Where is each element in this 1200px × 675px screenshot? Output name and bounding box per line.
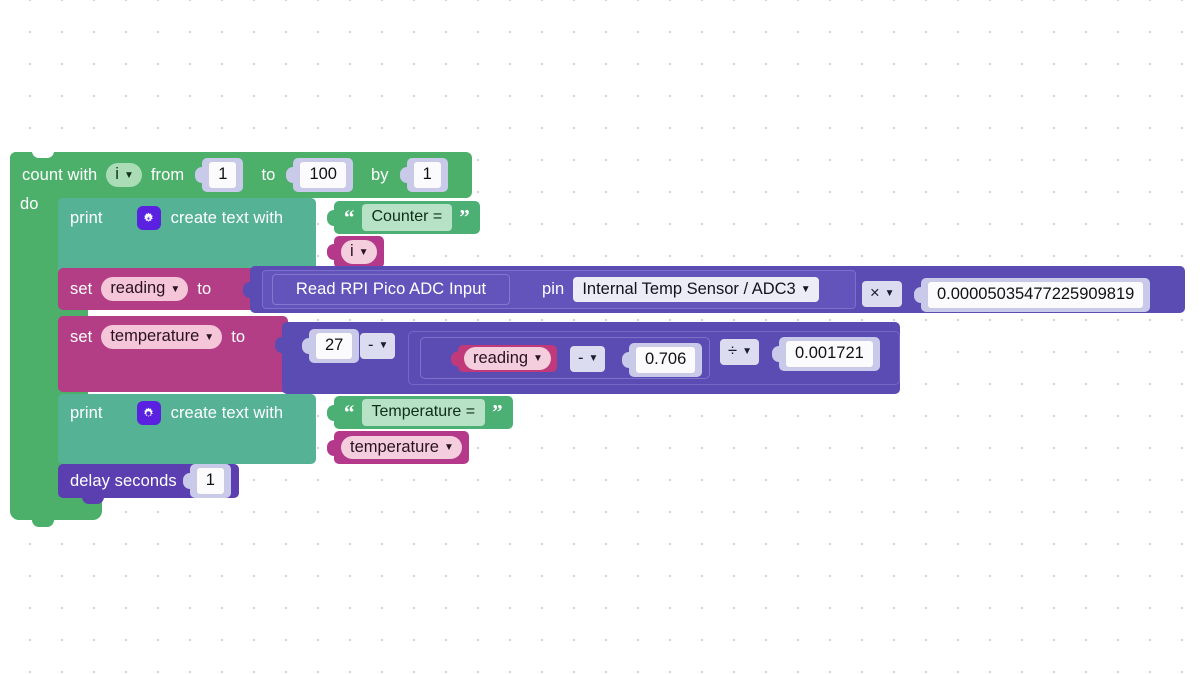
to-label-reading: to: [197, 279, 212, 298]
set-label-temperature: set: [70, 327, 93, 346]
variable-dropdown-reading-get[interactable]: reading ▼: [464, 346, 551, 371]
number-block-0706[interactable]: 0.706: [629, 343, 703, 377]
variable-label-temperature-get: temperature: [350, 437, 439, 456]
from-label: from: [150, 165, 185, 184]
loop-variable-dropdown[interactable]: i ▼: [106, 163, 142, 187]
chevron-down-icon: ▼: [123, 169, 134, 181]
loop-variable-label: i: [115, 165, 119, 184]
close-quote-icon: ”: [492, 400, 503, 424]
blockly-workspace[interactable]: count with i ▼ from 1 to 100 by 1 do pri…: [0, 0, 1200, 675]
chevron-down-icon: ▼: [443, 442, 454, 453]
chevron-down-icon: ▼: [533, 353, 543, 364]
string-block-counter[interactable]: “ Counter = ”: [334, 201, 480, 234]
pin-label: pin: [542, 280, 565, 299]
adc-read-label-wrap: Read RPI Pico ADC Input: [272, 274, 510, 305]
gear-icon[interactable]: [136, 206, 161, 230]
loop-to-input[interactable]: 100: [299, 161, 347, 189]
variable-label-reading: reading: [110, 279, 166, 298]
multiply-operator-symbol: ×: [870, 284, 880, 302]
string-input-counter[interactable]: Counter =: [361, 204, 453, 231]
string-block-temperature[interactable]: “ Temperature = ”: [334, 396, 513, 429]
print-block-temperature-row: print create text with: [58, 396, 283, 430]
close-quote-icon: ”: [459, 205, 470, 229]
do-label: do: [20, 195, 39, 213]
variable-block-i[interactable]: i ▼: [334, 236, 384, 268]
number-input-0001721[interactable]: 0.001721: [785, 340, 874, 368]
create-text-with-label-2: create text with: [170, 403, 284, 422]
variable-label-temperature: temperature: [110, 327, 200, 346]
loop-to-number-block[interactable]: 100: [293, 158, 353, 192]
gear-icon[interactable]: [136, 401, 161, 425]
loop-from-number-block[interactable]: 1: [202, 158, 244, 192]
chevron-down-icon: ▼: [204, 331, 215, 343]
open-quote-icon: “: [344, 205, 355, 229]
chevron-down-icon: ▼: [358, 246, 369, 258]
number-input-0706[interactable]: 0.706: [635, 346, 697, 374]
set-variable-reading-row: set reading ▼ to: [58, 268, 211, 310]
set-variable-temperature-row: set temperature ▼ to: [58, 318, 245, 356]
string-input-temperature[interactable]: Temperature =: [361, 399, 486, 426]
number-block-adc-scale[interactable]: 0.00005035477225909819: [921, 278, 1151, 312]
chevron-down-icon: ▼: [378, 340, 389, 352]
number-block-delay[interactable]: 1: [189, 464, 231, 498]
print-label-2: print: [70, 403, 103, 422]
variable-label-i: i: [350, 242, 354, 261]
print-block-counter-row: print create text with: [58, 200, 283, 236]
divide-operator-dropdown[interactable]: ÷ ▼: [720, 339, 759, 365]
chevron-down-icon: ▼: [884, 288, 895, 300]
open-quote-icon: “: [344, 400, 355, 424]
count-with-loop-header[interactable]: count with i ▼ from 1 to 100 by 1: [10, 151, 472, 198]
to-label-temperature: to: [231, 327, 246, 346]
to-label: to: [261, 165, 276, 184]
by-label: by: [370, 165, 389, 184]
variable-dropdown-temperature-get[interactable]: temperature ▼: [341, 435, 462, 460]
chevron-down-icon: ▼: [742, 346, 752, 358]
subtract-operator-dropdown-outer[interactable]: - ▼: [360, 333, 396, 359]
delay-seconds-label: delay seconds: [70, 471, 177, 490]
create-text-with-label: create text with: [170, 208, 284, 227]
adc-scale-input[interactable]: 0.00005035477225909819: [927, 281, 1145, 309]
variable-dropdown-reading[interactable]: reading ▼: [101, 277, 189, 301]
count-with-label: count with: [22, 165, 98, 184]
adc-pin-value: Internal Temp Sensor / ADC3: [582, 279, 796, 298]
number-block-27[interactable]: 27: [309, 329, 360, 363]
subtract-operator-symbol-inner: -: [578, 349, 584, 367]
set-label: set: [70, 279, 93, 298]
delay-seconds-block[interactable]: delay seconds 1: [58, 464, 239, 504]
loop-by-number-block[interactable]: 1: [406, 158, 448, 192]
loop-by-input[interactable]: 1: [412, 161, 442, 189]
variable-block-reading-get[interactable]: reading ▼: [458, 345, 557, 372]
number-input-27[interactable]: 27: [315, 332, 354, 360]
variable-dropdown-temperature[interactable]: temperature ▼: [101, 325, 223, 349]
subtract-operator-dropdown-inner[interactable]: - ▼: [570, 346, 606, 372]
chevron-down-icon: ▼: [170, 283, 181, 295]
multiply-operator-dropdown[interactable]: × ▼: [862, 281, 902, 307]
chevron-down-icon: ▼: [588, 353, 599, 365]
print-label: print: [70, 208, 103, 227]
subtract-operator-symbol-outer: -: [368, 336, 374, 354]
adc-pin-dropdown[interactable]: Internal Temp Sensor / ADC3 ▼: [573, 276, 819, 303]
variable-dropdown-i[interactable]: i ▼: [341, 240, 377, 264]
variable-label-reading-get: reading: [473, 348, 529, 367]
adc-read-label: Read RPI Pico ADC Input: [295, 280, 487, 299]
chevron-down-icon: ▼: [800, 284, 811, 295]
divide-operator-symbol: ÷: [728, 342, 738, 360]
variable-block-temperature-get[interactable]: temperature ▼: [334, 431, 469, 464]
number-block-0001721[interactable]: 0.001721: [779, 337, 880, 371]
delay-seconds-input[interactable]: 1: [195, 467, 225, 495]
loop-from-input[interactable]: 1: [208, 161, 238, 189]
